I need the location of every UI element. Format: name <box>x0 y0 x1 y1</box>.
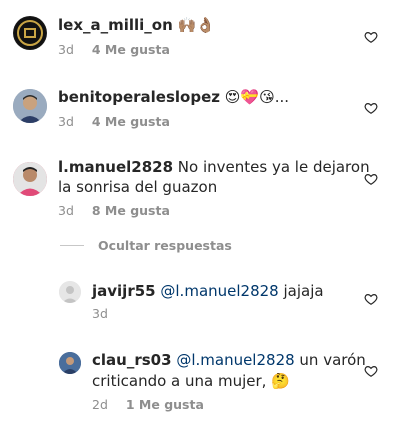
comment-meta: 3d 8 Me gusta <box>58 203 170 218</box>
avatar-photo <box>13 162 47 196</box>
comment-meta: 3d 4 Me gusta <box>58 42 170 57</box>
hide-replies-label[interactable]: Ocultar respuestas <box>98 238 232 253</box>
divider-line <box>60 245 84 246</box>
timestamp[interactable]: 3d <box>58 203 74 218</box>
username-link[interactable]: l.manuel2828 <box>58 158 173 176</box>
heart-outline-icon[interactable] <box>364 292 378 306</box>
reply-line: clau_rs03 @l.manuel2828 un varón <box>92 350 366 370</box>
username-link[interactable]: benitoperaleslopez <box>58 88 220 106</box>
avatar[interactable] <box>59 281 81 303</box>
heart-outline-icon[interactable] <box>364 172 378 186</box>
reply-text: jajaja <box>278 282 324 300</box>
heart-outline-icon[interactable] <box>364 30 378 44</box>
username-link[interactable]: clau_rs03 <box>92 351 172 369</box>
likes-count[interactable]: 1 Me gusta <box>126 397 204 412</box>
hide-replies-button[interactable]: Ocultar respuestas <box>60 238 232 253</box>
timestamp[interactable]: 3d <box>92 306 108 321</box>
username-link[interactable]: javijr55 <box>92 282 156 300</box>
reply-text-line2: criticando a una mujer, 🤔 <box>92 371 290 391</box>
heart-outline-icon[interactable] <box>364 364 378 378</box>
comment-line: lex_a_milli_on 🙌🏽👌🏽 <box>58 15 215 35</box>
comment-line: benitoperaleslopez 😍💝😘... <box>58 87 289 107</box>
mention-link[interactable]: @l.manuel2828 <box>160 282 278 300</box>
reply-text: criticando a una mujer, <box>92 372 272 390</box>
comment-meta: 3d 4 Me gusta <box>58 114 170 129</box>
username-link[interactable]: lex_a_milli_on <box>58 16 173 34</box>
timestamp[interactable]: 2d <box>92 397 108 412</box>
comment-line: l.manuel2828 No inventes ya le dejaron <box>58 157 370 177</box>
avatar-photo <box>59 352 81 374</box>
reply-meta: 3d <box>92 306 108 321</box>
timestamp[interactable]: 3d <box>58 114 74 129</box>
comment-text: No inventes ya le dejaron <box>177 158 370 176</box>
default-avatar-icon <box>59 281 81 303</box>
timestamp[interactable]: 3d <box>58 42 74 57</box>
mention-link[interactable]: @l.manuel2828 <box>176 351 294 369</box>
likes-count[interactable]: 8 Me gusta <box>92 203 170 218</box>
heart-outline-icon[interactable] <box>364 101 378 115</box>
comment-text-line2: la sonrisa del guazon <box>58 178 218 196</box>
reply-text: un varón <box>294 351 366 369</box>
avatar[interactable] <box>13 89 47 123</box>
comment-emoji: 😍💝😘... <box>224 88 290 106</box>
reply-meta: 2d 1 Me gusta <box>92 397 204 412</box>
thinking-emoji: 🤔 <box>271 372 290 390</box>
reply-line: javijr55 @l.manuel2828 jajaja <box>92 281 324 301</box>
likes-count[interactable]: 4 Me gusta <box>92 114 170 129</box>
likes-count[interactable]: 4 Me gusta <box>92 42 170 57</box>
avatar-photo <box>13 89 47 123</box>
logo-icon <box>14 17 46 49</box>
avatar[interactable] <box>13 16 47 50</box>
avatar[interactable] <box>13 162 47 196</box>
comment-emoji: 🙌🏽👌🏽 <box>177 16 215 34</box>
avatar[interactable] <box>59 352 81 374</box>
